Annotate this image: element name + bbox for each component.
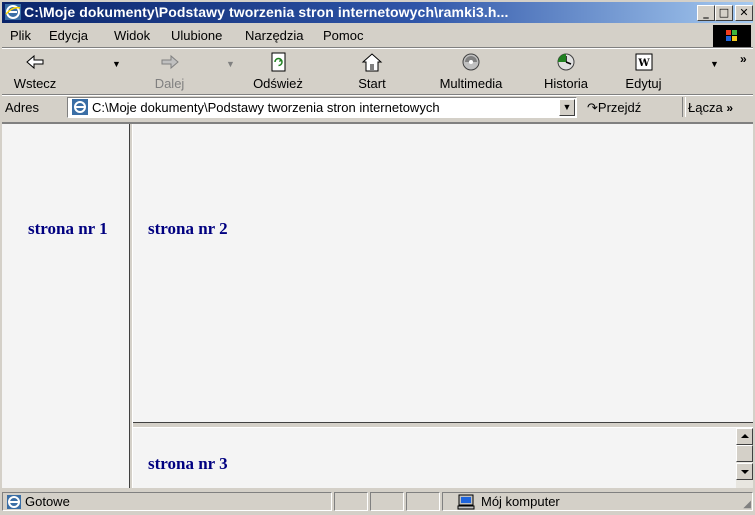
menu-help[interactable]: Pomoc: [323, 28, 363, 43]
scroll-thumb[interactable]: [736, 445, 753, 462]
menu-edit[interactable]: Edycja: [49, 28, 88, 43]
home-button[interactable]: Start: [352, 51, 392, 91]
windows-logo-icon: [713, 25, 751, 47]
frame-left: strona nr 1: [2, 124, 129, 488]
refresh-button[interactable]: Odśwież: [248, 51, 308, 91]
my-computer-icon: [457, 494, 475, 510]
window-title: C:\Moje dokumenty\Podstawy tworzenia str…: [24, 4, 509, 20]
go-arrow-icon: ↷: [587, 100, 598, 115]
page-content: strona nr 1 strona nr 2 strona nr 3: [2, 122, 753, 488]
scroll-up-button[interactable]: [736, 428, 753, 445]
frame2-text: strona nr 2: [148, 219, 228, 238]
history-icon: [557, 53, 575, 71]
status-panel-1: [334, 492, 368, 511]
status-panel-main: Gotowe: [2, 492, 332, 511]
back-dropdown-icon[interactable]: ▼: [112, 59, 121, 69]
status-text: Gotowe: [25, 494, 70, 509]
frame-bottom-right: strona nr 3: [133, 428, 753, 488]
arrow-up-icon: [741, 434, 749, 438]
word-edit-icon: W: [635, 53, 652, 71]
menu-view[interactable]: Widok: [114, 28, 150, 43]
frame-top-right: strona nr 2: [133, 124, 753, 422]
status-bar: Gotowe Mój komputer ◢: [2, 490, 753, 513]
status-panel-2: [370, 492, 404, 511]
address-dropdown-icon[interactable]: ▼: [559, 99, 575, 116]
forward-button[interactable]: Dalej: [142, 51, 197, 91]
zone-text: Mój komputer: [481, 494, 560, 509]
edit-label: Edytuj: [625, 76, 662, 91]
go-label: Przejdź: [597, 100, 642, 115]
history-label: Historia: [543, 76, 589, 91]
close-button[interactable]: ✕: [735, 5, 753, 21]
back-button[interactable]: Wstecz: [6, 51, 64, 91]
go-button[interactable]: ↷Przejdź: [587, 100, 641, 116]
vertical-scrollbar[interactable]: [736, 428, 753, 488]
address-input[interactable]: C:\Moje dokumenty\Podstawy tworzenia str…: [67, 97, 577, 118]
toolbar: Wstecz ▼ Dalej ▼ Odśwież Start Multimedi…: [2, 49, 753, 94]
address-value: C:\Moje dokumenty\Podstawy tworzenia str…: [92, 100, 440, 115]
forward-dropdown-icon[interactable]: ▼: [226, 59, 235, 69]
address-bar: Adres C:\Moje dokumenty\Podstawy tworzen…: [2, 95, 753, 120]
home-label: Start: [358, 76, 386, 91]
media-icon: [462, 53, 480, 71]
ie-logo-icon: [5, 4, 21, 20]
forward-arrow-icon: [161, 54, 179, 70]
refresh-label: Odśwież: [253, 76, 303, 91]
refresh-icon: [271, 52, 286, 72]
media-label: Multimedia: [439, 76, 503, 91]
maximize-button[interactable]: □: [715, 5, 733, 21]
resize-grip-icon[interactable]: ◢: [743, 499, 751, 510]
menu-bar: Plik Edycja Widok Ulubione Narzędzia Pom…: [2, 24, 753, 47]
scroll-down-button[interactable]: [736, 463, 753, 480]
browser-window: C:\Moje dokumenty\Podstawy tworzenia str…: [0, 0, 755, 515]
address-label: Adres: [5, 100, 39, 115]
media-button[interactable]: Multimedia: [430, 51, 512, 91]
arrow-down-icon: [741, 470, 749, 474]
page-icon: [72, 99, 88, 115]
links-chevron-icon: »: [726, 101, 734, 115]
home-icon: [361, 53, 383, 72]
frame1-text: strona nr 1: [28, 219, 108, 238]
menu-favorites[interactable]: Ulubione: [171, 28, 222, 43]
edit-dropdown-icon[interactable]: ▼: [710, 59, 719, 69]
minimize-button[interactable]: _: [697, 5, 715, 21]
frame3-text: strona nr 3: [148, 454, 228, 473]
forward-label: Dalej: [154, 76, 185, 91]
menu-tools[interactable]: Narzędzia: [245, 28, 304, 43]
toolbar-more-chevron-icon[interactable]: »: [740, 52, 747, 66]
links-button[interactable]: Łącza »: [688, 100, 733, 115]
title-bar[interactable]: C:\Moje dokumenty\Podstawy tworzenia str…: [2, 2, 753, 23]
history-button[interactable]: Historia: [536, 51, 596, 91]
ie-page-icon: [7, 495, 21, 509]
status-panel-zone: Mój komputer ◢: [442, 492, 753, 511]
back-label: Wstecz: [13, 76, 57, 91]
links-label: Łącza: [688, 100, 723, 115]
status-panel-3: [406, 492, 440, 511]
back-arrow-icon: [26, 54, 44, 70]
svg-text:W: W: [637, 58, 650, 69]
edit-button[interactable]: W Edytuj: [616, 51, 671, 91]
menu-file[interactable]: Plik: [10, 28, 31, 43]
